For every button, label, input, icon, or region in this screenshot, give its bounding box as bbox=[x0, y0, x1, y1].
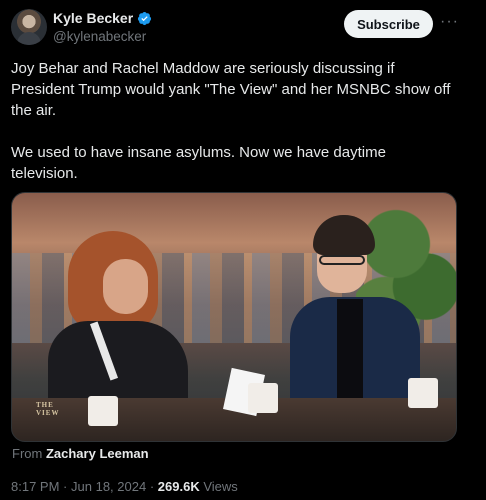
host-left bbox=[48, 231, 188, 431]
subscribe-button[interactable]: Subscribe bbox=[344, 10, 433, 38]
tweet: Kyle Becker @kylenabecker Subscribe ··· … bbox=[0, 0, 486, 500]
tweet-meta: 8:17 PM · Jun 18, 2024 · 269.6K Views bbox=[11, 479, 238, 494]
tweet-text: Joy Behar and Rachel Maddow are seriousl… bbox=[11, 58, 451, 184]
author-display-name[interactable]: Kyle Becker bbox=[53, 10, 133, 26]
mug bbox=[248, 383, 278, 413]
video-media[interactable]: THE VIEW bbox=[11, 192, 457, 442]
meta-separator: · bbox=[63, 479, 68, 494]
tweet-paragraph: Joy Behar and Rachel Maddow are seriousl… bbox=[11, 60, 451, 119]
tweet-time[interactable]: 8:17 PM bbox=[11, 479, 59, 494]
verified-badge-icon bbox=[138, 11, 152, 25]
guest-right bbox=[285, 215, 425, 417]
more-options-icon[interactable]: ··· bbox=[440, 13, 458, 33]
views-label: Views bbox=[203, 479, 238, 494]
mug bbox=[408, 378, 438, 408]
mug bbox=[88, 396, 118, 426]
avatar[interactable] bbox=[11, 9, 47, 45]
media-credit: From Zachary Leeman bbox=[12, 446, 149, 461]
media-credit-prefix: From bbox=[12, 446, 43, 461]
meta-separator: · bbox=[149, 479, 155, 494]
tweet-date[interactable]: Jun 18, 2024 bbox=[71, 479, 146, 494]
tweet-paragraph: We used to have insane asylums. Now we h… bbox=[11, 144, 386, 182]
media-credit-name[interactable]: Zachary Leeman bbox=[46, 446, 149, 461]
views-count: 269.6K bbox=[157, 479, 200, 494]
the-view-logo: THE VIEW bbox=[36, 401, 60, 417]
author-name-row: Kyle Becker bbox=[53, 10, 152, 26]
author-handle[interactable]: @kylenabecker bbox=[53, 29, 146, 44]
